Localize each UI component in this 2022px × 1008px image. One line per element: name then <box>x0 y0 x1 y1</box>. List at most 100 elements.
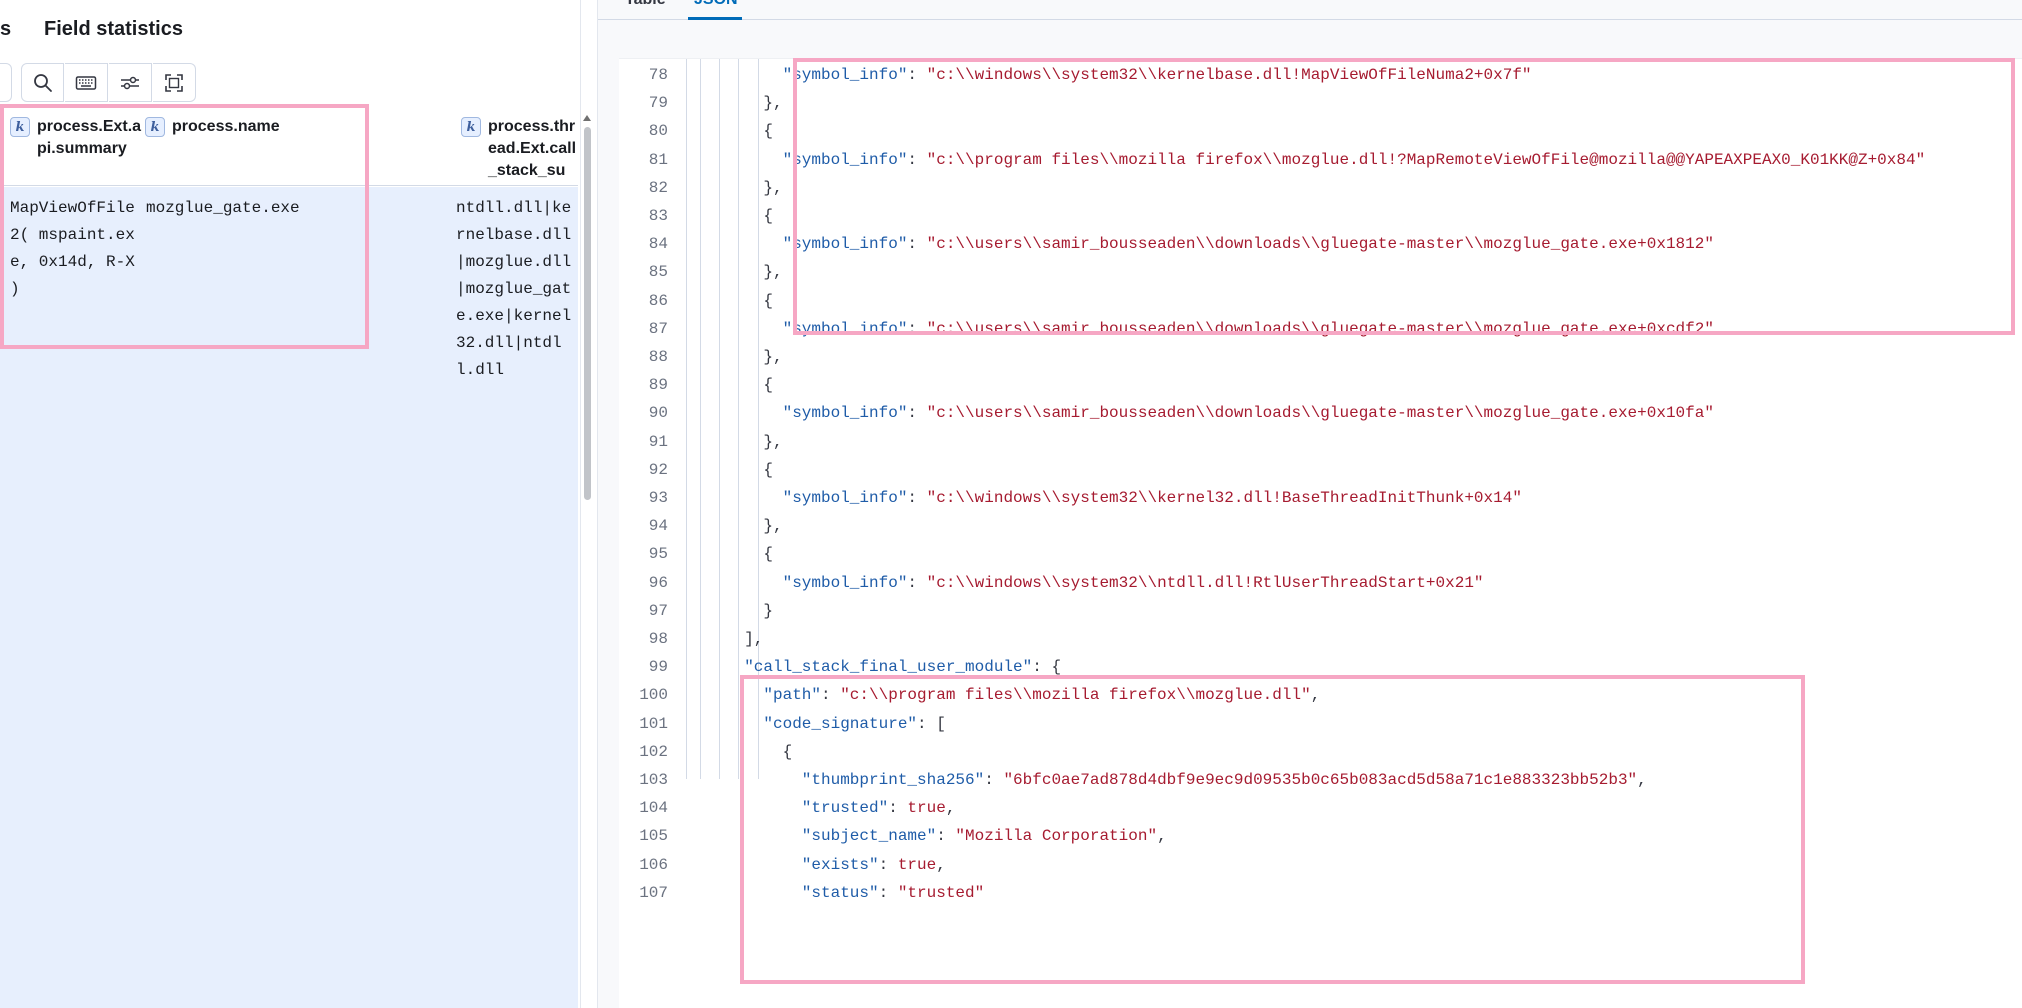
keyword-type-badge: k <box>145 117 165 137</box>
active-tab-indicator <box>688 17 742 20</box>
line-text: } <box>763 601 773 620</box>
line-number: 94 <box>648 517 668 536</box>
keyboard-icon <box>75 75 97 90</box>
keyboard-shortcuts-button[interactable] <box>65 63 108 102</box>
code-line: 97} <box>619 597 2022 625</box>
code-line: 90 "symbol_info": "c:\\users\\samir_bouss… <box>619 399 2022 427</box>
search-icon <box>33 73 52 92</box>
line-number: 95 <box>648 545 668 564</box>
flyout-tab-bar: Table JSON <box>598 0 2022 20</box>
line-number: 105 <box>639 827 668 846</box>
line-number: 100 <box>639 686 668 705</box>
line-number: 78 <box>648 66 668 84</box>
code-line: 101 "code_signature": [ <box>619 710 2022 738</box>
line-text: }, <box>763 263 783 282</box>
cell-api-summary: MapViewOfFile2( mspaint.exe, 0x14d, R-X … <box>10 199 135 298</box>
json-code-viewer[interactable]: 78 "symbol_info": "c:\\windows\\system32\… <box>619 58 2022 1008</box>
column-title: process.Ext.api.summary <box>37 118 142 157</box>
line-number: 84 <box>648 235 668 254</box>
code-line: 93 "symbol_info": "c:\\windows\\system32\… <box>619 484 2022 512</box>
line-number: 82 <box>648 178 668 197</box>
code-line: 85}, <box>619 258 2022 286</box>
code-line: 82}, <box>619 174 2022 202</box>
line-number: 79 <box>648 94 668 113</box>
column-header-api-summary[interactable]: k process.Ext.api.summary <box>10 116 145 160</box>
line-text: { <box>782 742 793 761</box>
line-text: }, <box>763 94 783 113</box>
code-line: 100 "path": "c:\\program files\\mozilla f… <box>619 681 2022 709</box>
code-line: 91}, <box>619 428 2022 456</box>
line-number: 102 <box>639 742 668 761</box>
line-number: 87 <box>648 319 668 338</box>
line-number: 103 <box>639 771 668 789</box>
code-line: 81 "symbol_info": "c:\\program files\\moz… <box>619 146 2022 174</box>
keyword-type-badge: k <box>10 117 30 137</box>
code-line: 79}, <box>619 89 2022 117</box>
search-button[interactable] <box>21 63 64 102</box>
tab-documents-cut[interactable]: s <box>0 18 11 41</box>
code-line: 84 "symbol_info": "c:\\users\\samir_bouss… <box>619 230 2022 258</box>
line-number: 90 <box>648 404 668 423</box>
line-number: 92 <box>648 460 668 479</box>
cell-process-name: mozglue_gate.exe <box>146 199 300 217</box>
line-text: "thumbprint_sha256": "6bfc0ae7ad878d4dbf… <box>801 771 1647 789</box>
line-text: "subject_name": "Mozilla Corporation", <box>801 827 1167 846</box>
line-text: "call_stack_final_user_module": { <box>744 658 1062 677</box>
line-text: "symbol_info": "c:\\users\\samir_boussea… <box>782 235 1714 254</box>
line-text: { <box>763 545 773 564</box>
tab-table[interactable]: Table <box>625 0 666 9</box>
line-number: 83 <box>648 207 668 225</box>
code-line: 78 "symbol_info": "c:\\windows\\system32\… <box>619 61 2022 89</box>
line-number: 81 <box>648 150 668 169</box>
line-text: "status": "trusted" <box>801 883 985 902</box>
code-line: 83 { <box>619 202 2022 230</box>
code-line: 107 "status": "trusted" <box>619 879 2022 907</box>
line-text: { <box>763 122 773 141</box>
code-line: 86 { <box>619 287 2022 315</box>
line-number: 101 <box>639 714 668 733</box>
fullscreen-button[interactable] <box>153 63 196 102</box>
line-number: 97 <box>648 601 668 620</box>
table-row[interactable]: MapViewOfFile2( mspaint.exe, 0x14d, R-X … <box>0 187 578 1008</box>
line-number: 91 <box>648 432 668 451</box>
code-line: 80 { <box>619 117 2022 145</box>
line-text: "symbol_info": "c:\\windows\\system32\\k… <box>782 489 1522 507</box>
line-text: "code_signature": [ <box>763 714 946 733</box>
line-number: 106 <box>639 855 668 874</box>
display-settings-button[interactable] <box>109 63 152 102</box>
line-number: 85 <box>648 263 668 282</box>
line-number: 98 <box>648 630 668 648</box>
line-number: 99 <box>648 658 668 677</box>
line-number: 88 <box>648 348 668 366</box>
line-text: { <box>763 207 773 225</box>
line-text: "exists": true, <box>801 855 946 874</box>
line-text: "symbol_info": "c:\\users\\samir_boussea… <box>782 404 1714 423</box>
tab-json[interactable]: JSON <box>694 0 738 9</box>
panel-resize-handle[interactable] <box>580 0 597 1008</box>
code-line: 88}, <box>619 343 2022 371</box>
cell-call-stack-summary: ntdll.dll|kernelbase.dll|mozglue.dll|moz… <box>456 199 572 379</box>
column-header-process-name[interactable]: k process.name <box>145 116 445 138</box>
code-line: 87 "symbol_info": "c:\\users\\samir_bouss… <box>619 315 2022 343</box>
line-text: "symbol_info": "c:\\windows\\system32\\n… <box>782 573 1484 592</box>
line-text: { <box>763 376 773 395</box>
code-line: 96 "symbol_info": "c:\\windows\\system32\… <box>619 569 2022 597</box>
left-tab-bar: s Field statistics <box>0 0 597 60</box>
document-grid-panel: s Field statistics k process.Ext.api.sum… <box>0 0 597 1008</box>
line-number: 93 <box>648 489 668 507</box>
line-text: }, <box>763 432 783 451</box>
code-line: 104 "trusted": true, <box>619 794 2022 822</box>
code-line: 94}, <box>619 512 2022 540</box>
line-text: { <box>763 291 773 310</box>
code-line: 103 "thumbprint_sha256": "6bfc0ae7ad878d4… <box>619 766 2022 794</box>
line-text: "trusted": true, <box>801 799 956 818</box>
tab-field-statistics[interactable]: Field statistics <box>44 18 183 41</box>
line-number: 89 <box>648 376 668 395</box>
toolbar-button-partial[interactable] <box>0 63 12 102</box>
line-text: "path": "c:\\program files\\mozilla fire… <box>763 686 1321 705</box>
line-number: 96 <box>648 573 668 592</box>
grid-header-row: k process.Ext.api.summary k process.name… <box>0 106 578 201</box>
code-line: 105 "subject_name": "Mozilla Corporation"… <box>619 822 2022 850</box>
line-number: 86 <box>648 291 668 310</box>
line-number: 104 <box>639 799 668 818</box>
